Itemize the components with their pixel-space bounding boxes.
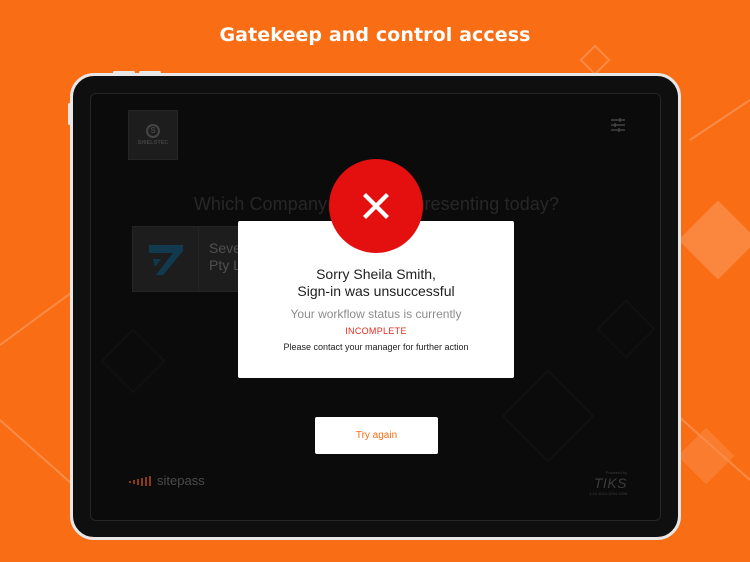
sitepass-mark-icon: [129, 475, 151, 486]
workflow-status-text: Your workflow status is currently: [290, 307, 462, 321]
app-version: 1.19.1024.1294.1296: [589, 491, 627, 496]
sitepass-text: sitepass: [157, 473, 205, 488]
dialog-title-line-2: Sign-in was unsuccessful: [297, 283, 455, 299]
tiks-logo: TIKS: [593, 475, 627, 491]
dialog-title: Sorry Sheila Smith, Sign-in was unsucces…: [238, 266, 514, 300]
workflow-status-value: INCOMPLETE: [345, 326, 407, 336]
close-icon: [363, 193, 389, 219]
try-again-button[interactable]: Try again: [315, 417, 438, 454]
powered-by: Powered by TIKS 1.19.1024.1294.1296: [571, 470, 627, 496]
headline: Gatekeep and control access: [219, 24, 531, 46]
sitepass-logo: sitepass: [129, 473, 205, 488]
contact-manager-text: Please contact your manager for further …: [283, 342, 469, 352]
dialog-title-line-1: Sorry Sheila Smith,: [316, 266, 436, 282]
error-badge: [329, 159, 423, 253]
